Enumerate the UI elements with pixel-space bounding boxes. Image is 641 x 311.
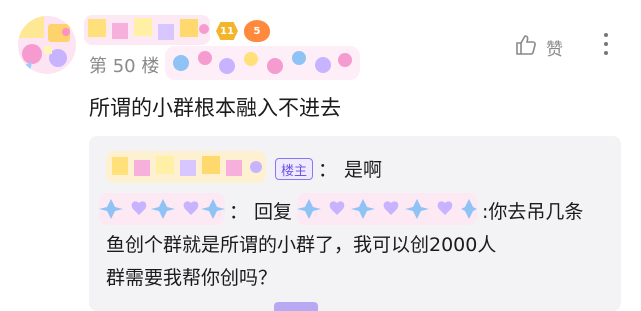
- reply-colon: ：: [318, 159, 338, 181]
- reply-text-line: 鱼创个群就是所谓的小群了，我可以创2000人: [106, 234, 497, 256]
- like-button[interactable]: 赞: [514, 33, 563, 62]
- avatar[interactable]: [18, 16, 76, 74]
- username-sticker[interactable]: [84, 15, 210, 45]
- reply-text: :你去吊几条: [482, 201, 584, 223]
- floor-label: 第 50 楼: [89, 56, 160, 77]
- reply-text-line: 群需要我帮你创吗？: [106, 267, 278, 289]
- ip-sticker: [165, 46, 360, 80]
- thumbs-up-icon: [514, 33, 538, 62]
- owner-tag: 楼主: [275, 158, 314, 180]
- more-options-icon[interactable]: [599, 29, 613, 59]
- reply-text: 是啊: [344, 159, 383, 181]
- flame-badge: 5: [244, 20, 270, 42]
- reply-target-sticker[interactable]: [297, 193, 477, 225]
- reply-list: 楼主 ： 是啊 ： 回复 :你去吊几条 鱼创个群就是所谓的小群了，我可以创200…: [89, 136, 621, 311]
- level-badge: 11: [216, 22, 238, 40]
- reply-username-sticker[interactable]: [106, 151, 266, 183]
- post-content: 所谓的小群根本融入不进去: [89, 96, 341, 120]
- reply-username-sticker[interactable]: [99, 193, 225, 225]
- reply-prefix: ： 回复: [229, 201, 293, 223]
- more-replies-button[interactable]: [274, 302, 318, 311]
- like-label: 赞: [546, 40, 563, 60]
